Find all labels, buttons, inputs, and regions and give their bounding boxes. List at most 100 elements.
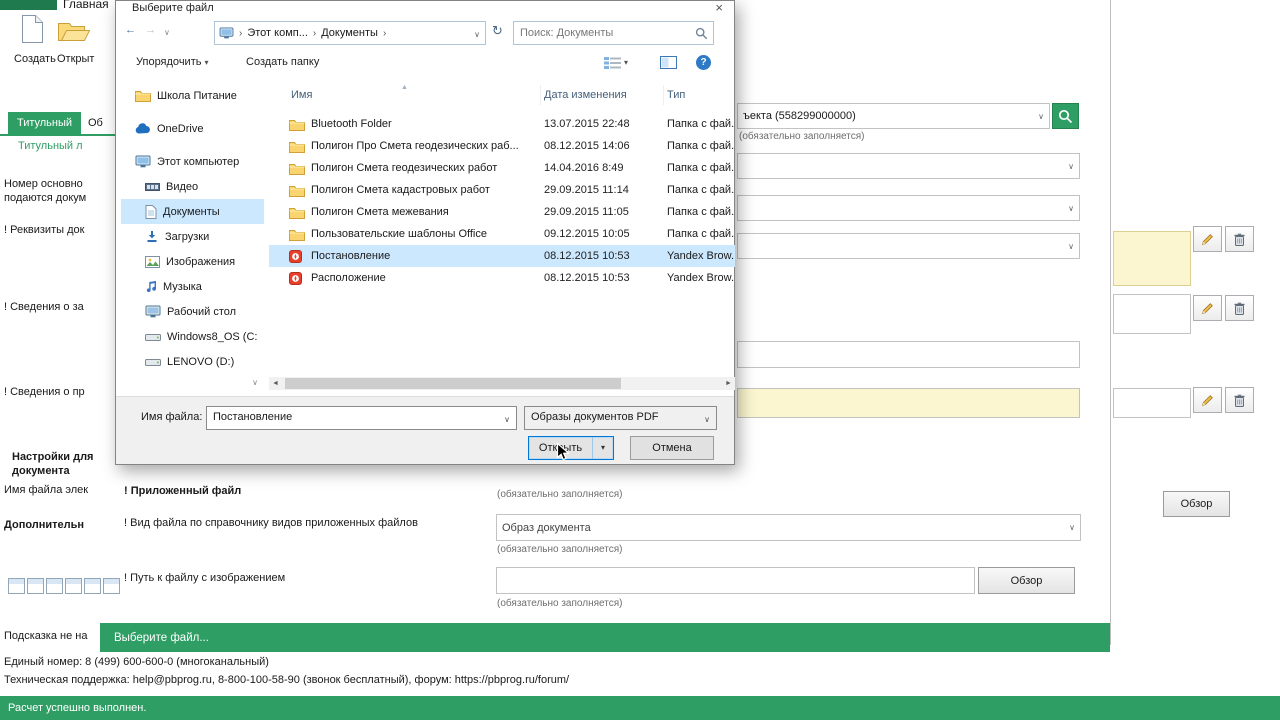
new-button[interactable] bbox=[21, 14, 44, 47]
forward-icon[interactable]: → bbox=[145, 24, 156, 36]
sidebar-scroll-down-icon[interactable]: ∨ bbox=[249, 378, 261, 390]
form-combobox-1[interactable]: ∨ bbox=[737, 153, 1080, 179]
new-button-label[interactable]: Создать bbox=[14, 53, 56, 65]
sidebar-item-label: Видео bbox=[166, 181, 198, 193]
table-tool-icon[interactable] bbox=[65, 578, 82, 594]
organize-button[interactable]: Упорядочить ▾ bbox=[136, 56, 209, 68]
scroll-right-icon[interactable]: ► bbox=[722, 377, 735, 390]
crumb-separator[interactable]: › bbox=[383, 28, 386, 39]
sidebar-item[interactable]: LENOVO (D:) bbox=[121, 349, 264, 374]
chevron-down-icon[interactable]: ∨ bbox=[704, 415, 710, 424]
views-dropdown-icon[interactable]: ▾ bbox=[624, 58, 628, 67]
sidebar-item[interactable]: Загрузки bbox=[121, 224, 264, 249]
pictures-icon bbox=[145, 256, 160, 268]
file-path-input[interactable] bbox=[496, 567, 975, 594]
horizontal-scrollbar[interactable]: ◄ ► bbox=[269, 377, 735, 390]
column-date[interactable]: Дата изменения bbox=[541, 85, 664, 105]
form-combobox-2[interactable]: ∨ bbox=[737, 195, 1080, 221]
browse-button[interactable]: Обзор bbox=[978, 567, 1075, 594]
file-row[interactable]: Полигон Смета межевания29.09.2015 11:05П… bbox=[269, 201, 735, 223]
note-box[interactable] bbox=[1113, 388, 1191, 418]
chevron-down-icon[interactable]: ∨ bbox=[1068, 242, 1074, 251]
sidebar-item[interactable]: Windows8_OS (C: bbox=[121, 324, 264, 349]
edit-button[interactable] bbox=[1193, 295, 1222, 321]
open-split-arrow-icon[interactable]: ▾ bbox=[592, 437, 613, 459]
preview-pane-button[interactable] bbox=[660, 56, 677, 72]
sidebar-item[interactable]: Видео bbox=[121, 174, 264, 199]
sidebar-item[interactable]: Этот компьютер bbox=[121, 149, 264, 174]
scroll-left-icon[interactable]: ◄ bbox=[269, 377, 282, 390]
object-search-button[interactable] bbox=[1052, 103, 1079, 129]
new-folder-button[interactable]: Создать папку bbox=[246, 56, 319, 68]
delete-button[interactable] bbox=[1225, 387, 1254, 413]
file-type: Папка с фай... bbox=[664, 118, 735, 130]
cancel-button[interactable]: Отмена bbox=[630, 436, 714, 460]
breadcrumb-current[interactable]: Документы bbox=[321, 27, 378, 39]
chevron-down-icon[interactable]: ∨ bbox=[504, 415, 510, 424]
downloads-icon bbox=[145, 230, 159, 243]
chevron-down-icon[interactable]: ∨ bbox=[1069, 523, 1075, 532]
table-tool-icon[interactable] bbox=[27, 578, 44, 594]
views-button[interactable] bbox=[604, 57, 621, 72]
table-tool-icon[interactable] bbox=[103, 578, 120, 594]
file-row[interactable]: Полигон Про Смета геодезических раб...08… bbox=[269, 135, 735, 157]
file-row[interactable]: Bluetooth Folder13.07.2015 22:48Папка с … bbox=[269, 113, 735, 135]
sidebar-item[interactable]: Изображения bbox=[121, 249, 264, 274]
delete-button[interactable] bbox=[1225, 295, 1254, 321]
file-row[interactable]: Полигон Смета геодезических работ14.04.2… bbox=[269, 157, 735, 179]
open-button[interactable]: Открыть ▾ bbox=[528, 436, 614, 460]
sidebar-item[interactable]: Рабочий стол bbox=[121, 299, 264, 324]
file-row[interactable]: Полигон Смета кадастровых работ29.09.201… bbox=[269, 179, 735, 201]
edit-button[interactable] bbox=[1193, 226, 1222, 252]
sidebar-item[interactable]: Документы bbox=[121, 199, 264, 224]
new-document-icon bbox=[21, 14, 44, 44]
form-textfield-yellow[interactable] bbox=[737, 388, 1080, 418]
edit-pencil-icon bbox=[1201, 233, 1214, 246]
chevron-down-icon[interactable]: ∨ bbox=[1068, 204, 1074, 213]
file-kind-dropdown[interactable]: Образ документа ∨ bbox=[496, 514, 1081, 541]
filename-combobox[interactable]: Постановление ∨ bbox=[206, 406, 517, 430]
address-bar[interactable]: › Этот комп... › Документы › ∨ bbox=[214, 21, 486, 45]
filetype-dropdown[interactable]: Образы документов PDF ∨ bbox=[524, 406, 717, 430]
subtab-titular-sheet[interactable]: Титульный л bbox=[18, 140, 83, 152]
column-type[interactable]: Тип bbox=[664, 85, 735, 105]
table-tool-icon[interactable] bbox=[8, 578, 25, 594]
scrollbar-thumb[interactable] bbox=[285, 378, 621, 389]
file-open-dialog: Выберите файл × ← → ∨ › Этот комп... › Д… bbox=[115, 0, 735, 465]
file-row[interactable]: Постановление08.12.2015 10:53Yandex Brow… bbox=[269, 245, 735, 267]
back-icon[interactable]: ← bbox=[125, 24, 136, 36]
tab-titular[interactable]: Титульный bbox=[8, 112, 81, 134]
refresh-icon[interactable]: ↻ bbox=[492, 23, 503, 39]
delete-button[interactable] bbox=[1225, 226, 1254, 252]
breadcrumb-root[interactable]: Этот комп... bbox=[247, 27, 308, 39]
file-name: Полигон Смета межевания bbox=[305, 206, 541, 218]
note-textarea-white[interactable] bbox=[1113, 294, 1191, 334]
object-number-field[interactable]: ъекта (558299000000) ∨ bbox=[737, 103, 1050, 129]
open-button-app[interactable] bbox=[57, 16, 91, 46]
tab-next-partial[interactable]: Об bbox=[88, 117, 103, 129]
ribbon-home-tab[interactable]: Главная bbox=[63, 0, 109, 11]
sidebar-item[interactable]: Школа Питание bbox=[121, 83, 264, 108]
nav-history-chevron-icon[interactable]: ∨ bbox=[164, 28, 170, 37]
file-row[interactable]: Пользовательские шаблоны Office09.12.201… bbox=[269, 223, 735, 245]
search-input[interactable]: Поиск: Документы bbox=[513, 21, 714, 45]
form-combobox-3[interactable]: ∨ bbox=[737, 233, 1080, 259]
address-dropdown-icon[interactable]: ∨ bbox=[474, 30, 480, 39]
chevron-down-icon[interactable]: ∨ bbox=[1038, 112, 1044, 121]
chevron-down-icon[interactable]: ∨ bbox=[1068, 162, 1074, 171]
sidebar-item[interactable]: Музыка bbox=[121, 274, 264, 299]
browse-button[interactable]: Обзор bbox=[1163, 491, 1230, 517]
table-tool-icon[interactable] bbox=[46, 578, 63, 594]
close-icon[interactable]: × bbox=[715, 0, 723, 15]
sidebar-item-label: Изображения bbox=[166, 256, 235, 268]
file-menu-tab[interactable] bbox=[0, 0, 57, 10]
note-textarea-yellow[interactable] bbox=[1113, 231, 1191, 286]
sidebar-item[interactable]: OneDrive bbox=[121, 116, 264, 141]
crumb-separator[interactable]: › bbox=[313, 28, 316, 39]
file-row[interactable]: Расположение08.12.2015 10:53Yandex Brow.… bbox=[269, 267, 735, 289]
form-textfield-wide[interactable] bbox=[737, 341, 1080, 368]
help-button[interactable]: ? bbox=[696, 55, 711, 70]
table-tool-icon[interactable] bbox=[84, 578, 101, 594]
open-button-label[interactable]: Открыт bbox=[57, 53, 94, 65]
edit-button[interactable] bbox=[1193, 387, 1222, 413]
